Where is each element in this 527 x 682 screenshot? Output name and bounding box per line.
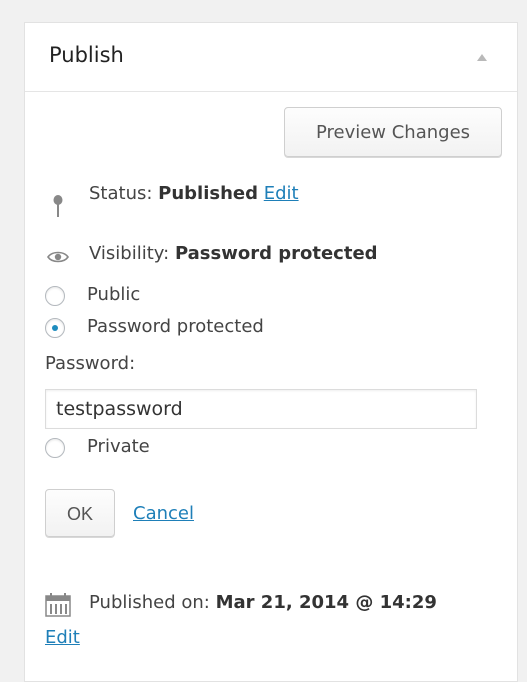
status-row: Status: Published Edit — [89, 183, 299, 204]
radio-password-protected-label: Password protected — [87, 316, 264, 337]
visibility-value: Password protected — [174, 243, 378, 264]
status-value: Published — [158, 183, 259, 204]
radio-public[interactable] — [45, 286, 65, 306]
visibility-label: Visibility: — [89, 243, 170, 264]
publish-box-header[interactable]: Publish — [25, 23, 517, 92]
calendar-icon — [45, 593, 71, 617]
published-on-label: Published on: — [89, 592, 210, 613]
eye-icon — [47, 251, 69, 263]
visibility-row: Visibility: Password protected — [89, 243, 378, 264]
status-edit-link[interactable]: Edit — [264, 183, 299, 204]
published-on-edit-link[interactable]: Edit — [45, 627, 80, 648]
radio-password-protected[interactable] — [45, 318, 65, 338]
radio-private[interactable] — [45, 438, 65, 458]
ok-button[interactable]: OK — [45, 489, 115, 537]
password-label: Password: — [45, 353, 136, 374]
radio-public-label: Public — [87, 284, 141, 305]
radio-private-label: Private — [87, 436, 150, 457]
password-input[interactable]: testpassword — [45, 389, 477, 429]
collapse-arrow-icon[interactable] — [477, 54, 487, 61]
published-on-value: Mar 21, 2014 @ 14:29 — [215, 592, 437, 613]
publish-box: Publish Preview Changes Status: Publishe… — [24, 22, 518, 682]
pin-icon — [53, 195, 63, 217]
preview-changes-button[interactable]: Preview Changes — [284, 107, 502, 157]
box-title: Publish — [49, 43, 124, 67]
published-on-row: Published on: Mar 21, 2014 @ 14:29 — [89, 592, 437, 613]
status-label: Status: — [89, 183, 153, 204]
cancel-link[interactable]: Cancel — [133, 503, 194, 524]
